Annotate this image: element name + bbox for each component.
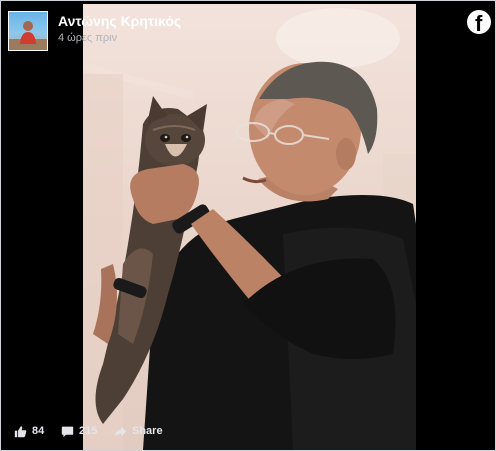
- comment-count: 215: [79, 425, 98, 437]
- video-frame[interactable]: [83, 4, 416, 450]
- video-player[interactable]: Αντώνης Κρητικός 4 ώρες πριν f 84 215 Sh…: [0, 0, 496, 451]
- author-avatar[interactable]: [8, 11, 48, 51]
- post-timestamp[interactable]: 4 ώρες πριν: [58, 32, 117, 44]
- reaction-bar: 84 215 Share: [1, 419, 495, 443]
- video-still-image: [83, 8, 416, 450]
- share-button[interactable]: Share: [114, 422, 163, 440]
- like-button[interactable]: 84: [14, 422, 44, 440]
- post-header: Αντώνης Κρητικός 4 ώρες πριν f: [1, 1, 495, 61]
- speech-bubble-icon: [61, 426, 74, 437]
- share-arrow-icon: [114, 426, 127, 437]
- thumbs-up-icon: [14, 425, 27, 437]
- facebook-logo-icon[interactable]: f: [467, 10, 491, 34]
- facebook-logo-letter: f: [475, 11, 483, 35]
- author-name[interactable]: Αντώνης Κρητικός: [58, 13, 181, 29]
- comment-button[interactable]: 215: [61, 422, 97, 440]
- like-count: 84: [32, 425, 45, 437]
- share-label: Share: [132, 425, 163, 437]
